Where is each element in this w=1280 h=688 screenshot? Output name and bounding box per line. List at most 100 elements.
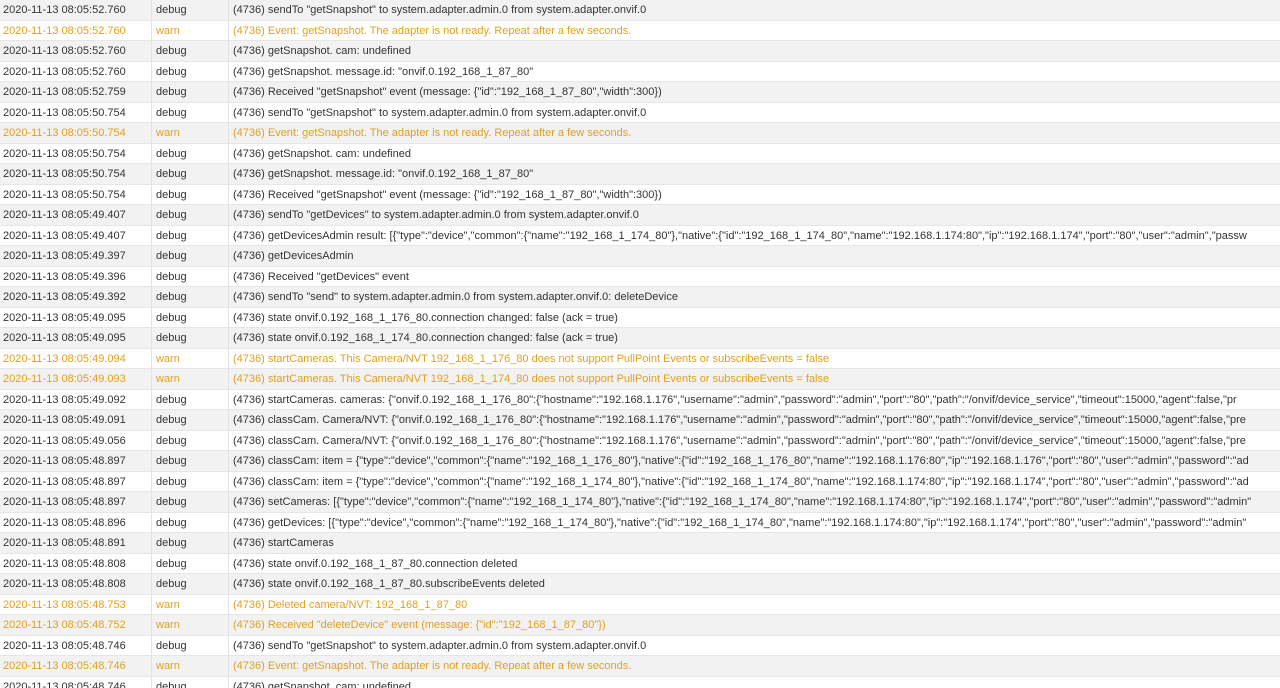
log-row[interactable]: 2020-11-13 08:05:49.392 debug (4736) sendT… [0,287,1280,308]
log-row[interactable]: 2020-11-13 08:05:50.754 debug (4736) getSn… [0,143,1280,164]
log-row[interactable]: 2020-11-13 08:05:48.897 debug (4736) class… [0,451,1280,472]
log-severity: warn [152,594,229,614]
log-message: (4736) getDevices: [{"type":"device","co… [233,516,1247,529]
log-timestamp: 2020-11-13 08:05:48.808 [0,553,152,573]
log-row[interactable]: 2020-11-13 08:05:49.094 warn (4736) startC… [0,348,1280,369]
log-severity: debug [152,287,229,307]
log-timestamp: 2020-11-13 08:05:50.754 [0,143,152,163]
log-message: (4736) classCam. Camera/NVT: {"onvif.0.1… [233,414,1246,426]
log-severity: warn [152,20,229,40]
log-timestamp: 2020-11-13 08:05:48.746 [0,676,152,688]
log-severity: debug [152,492,229,512]
log-row[interactable]: 2020-11-13 08:05:52.760 debug (4736) getSn… [0,61,1280,82]
log-row[interactable]: 2020-11-13 08:05:49.407 debug (4736) getDe… [0,225,1280,246]
log-severity: debug [152,41,229,61]
log-row[interactable]: 2020-11-13 08:05:50.754 debug (4736) Recei… [0,184,1280,205]
log-message: (4736) state onvif.0.192_168_1_87_80.sub… [233,578,545,590]
log-row[interactable]: 2020-11-13 08:05:52.759 debug (4736) Recei… [0,82,1280,103]
log-row[interactable]: 2020-11-13 08:05:48.746 debug (4736) getSn… [0,676,1280,688]
log-table: 2020-11-13 08:05:52.760 debug (4736) sendT… [0,0,1280,688]
log-severity: debug [152,143,229,163]
log-severity: warn [152,123,229,143]
log-row[interactable]: 2020-11-13 08:05:48.746 debug (4736) sendT… [0,635,1280,656]
log-timestamp: 2020-11-13 08:05:49.056 [0,430,152,450]
log-message: (4736) startCameras. This Camera/NVT 192… [233,352,830,365]
log-message: (4736) getDevicesAdmin result: [{"type":… [233,229,1247,242]
log-row[interactable]: 2020-11-13 08:05:49.407 debug (4736) sendT… [0,205,1280,226]
log-row[interactable]: 2020-11-13 08:05:49.093 warn (4736) startC… [0,369,1280,390]
log-row[interactable]: 2020-11-13 08:05:49.056 debug (4736) class… [0,430,1280,451]
log-message: (4736) classCam: item = {"type":"device"… [233,475,1249,488]
log-row[interactable]: 2020-11-13 08:05:50.754 debug (4736) getSn… [0,164,1280,185]
log-timestamp: 2020-11-13 08:05:50.754 [0,123,152,143]
log-row[interactable]: 2020-11-13 08:05:52.760 debug (4736) getSn… [0,41,1280,62]
log-severity: debug [152,225,229,245]
log-timestamp: 2020-11-13 08:05:52.759 [0,82,152,102]
log-timestamp: 2020-11-13 08:05:49.094 [0,348,152,368]
log-row[interactable]: 2020-11-13 08:05:50.754 warn (4736) Event:… [0,123,1280,144]
log-row[interactable]: 2020-11-13 08:05:48.808 debug (4736) state… [0,574,1280,595]
log-message: (4736) classCam. Camera/NVT: {"onvif.0.1… [233,434,1246,447]
log-row[interactable]: 2020-11-13 08:05:48.896 debug (4736) getDe… [0,512,1280,533]
log-message: (4736) sendTo "send" to system.adapter.a… [233,291,678,303]
log-severity: debug [152,471,229,491]
log-severity: debug [152,82,229,102]
log-message: (4736) getSnapshot. cam: undefined [233,45,411,57]
log-message: (4736) Received "getSnapshot" event (mes… [233,86,662,98]
log-timestamp: 2020-11-13 08:05:48.752 [0,615,152,635]
log-severity: debug [152,676,229,688]
log-severity: debug [152,184,229,204]
log-severity: debug [152,635,229,655]
log-message: (4736) setCameras: [{"type":"device","co… [233,496,1252,508]
log-severity: debug [152,451,229,471]
log-message: (4736) startCameras. cameras: {"onvif.0.… [233,393,1237,406]
log-message: (4736) sendTo "getSnapshot" to system.ad… [233,4,647,16]
log-row[interactable]: 2020-11-13 08:05:52.760 debug (4736) sendT… [0,0,1280,21]
log-timestamp: 2020-11-13 08:05:49.091 [0,410,152,430]
log-message: (4736) Received "getSnapshot" event (mes… [233,188,662,201]
log-row[interactable]: 2020-11-13 08:05:49.095 debug (4736) state… [0,328,1280,349]
log-message: (4736) startCameras [233,537,334,549]
log-timestamp: 2020-11-13 08:05:49.407 [0,205,152,225]
log-row[interactable]: 2020-11-13 08:05:48.753 warn (4736) Delete… [0,594,1280,615]
log-row[interactable]: 2020-11-13 08:05:48.746 warn (4736) Event:… [0,656,1280,677]
log-message: (4736) classCam: item = {"type":"device"… [233,455,1249,467]
log-timestamp: 2020-11-13 08:05:49.093 [0,369,152,389]
log-row[interactable]: 2020-11-13 08:05:49.397 debug (4736) getDe… [0,246,1280,267]
log-timestamp: 2020-11-13 08:05:48.897 [0,492,152,512]
log-row[interactable]: 2020-11-13 08:05:50.754 debug (4736) sendT… [0,102,1280,123]
log-message: (4736) state onvif.0.192_168_1_176_80.co… [233,311,618,324]
log-timestamp: 2020-11-13 08:05:48.746 [0,656,152,676]
log-message: (4736) sendTo "getSnapshot" to system.ad… [233,639,647,652]
log-timestamp: 2020-11-13 08:05:48.808 [0,574,152,594]
log-message: (4736) sendTo "getDevices" to system.ada… [233,209,639,221]
log-message: (4736) Deleted camera/NVT: 192_168_1_87_… [233,598,468,611]
log-timestamp: 2020-11-13 08:05:49.396 [0,266,152,286]
log-row[interactable]: 2020-11-13 08:05:48.891 debug (4736) start… [0,533,1280,554]
log-timestamp: 2020-11-13 08:05:52.760 [0,61,152,81]
log-severity: debug [152,102,229,122]
log-timestamp: 2020-11-13 08:05:48.746 [0,635,152,655]
log-severity: warn [152,615,229,635]
log-row[interactable]: 2020-11-13 08:05:48.897 debug (4736) setCa… [0,492,1280,513]
log-severity: debug [152,164,229,184]
log-message: (4736) Event: getSnapshot. The adapter i… [233,127,632,139]
log-row[interactable]: 2020-11-13 08:05:48.752 warn (4736) Receiv… [0,615,1280,636]
log-row[interactable]: 2020-11-13 08:05:48.897 debug (4736) class… [0,471,1280,492]
log-message: (4736) startCameras. This Camera/NVT 192… [233,373,830,385]
log-severity: debug [152,205,229,225]
log-message: (4736) Event: getSnapshot. The adapter i… [233,24,632,37]
log-severity: debug [152,430,229,450]
log-row[interactable]: 2020-11-13 08:05:48.808 debug (4736) state… [0,553,1280,574]
log-row[interactable]: 2020-11-13 08:05:49.396 debug (4736) Recei… [0,266,1280,287]
log-row[interactable]: 2020-11-13 08:05:52.760 warn (4736) Event:… [0,20,1280,41]
log-row[interactable]: 2020-11-13 08:05:49.095 debug (4736) state… [0,307,1280,328]
log-timestamp: 2020-11-13 08:05:48.896 [0,512,152,532]
log-timestamp: 2020-11-13 08:05:52.760 [0,0,152,20]
log-timestamp: 2020-11-13 08:05:50.754 [0,164,152,184]
log-row[interactable]: 2020-11-13 08:05:49.091 debug (4736) class… [0,410,1280,431]
log-severity: debug [152,307,229,327]
log-row[interactable]: 2020-11-13 08:05:49.092 debug (4736) start… [0,389,1280,410]
log-timestamp: 2020-11-13 08:05:49.095 [0,307,152,327]
log-timestamp: 2020-11-13 08:05:48.897 [0,471,152,491]
